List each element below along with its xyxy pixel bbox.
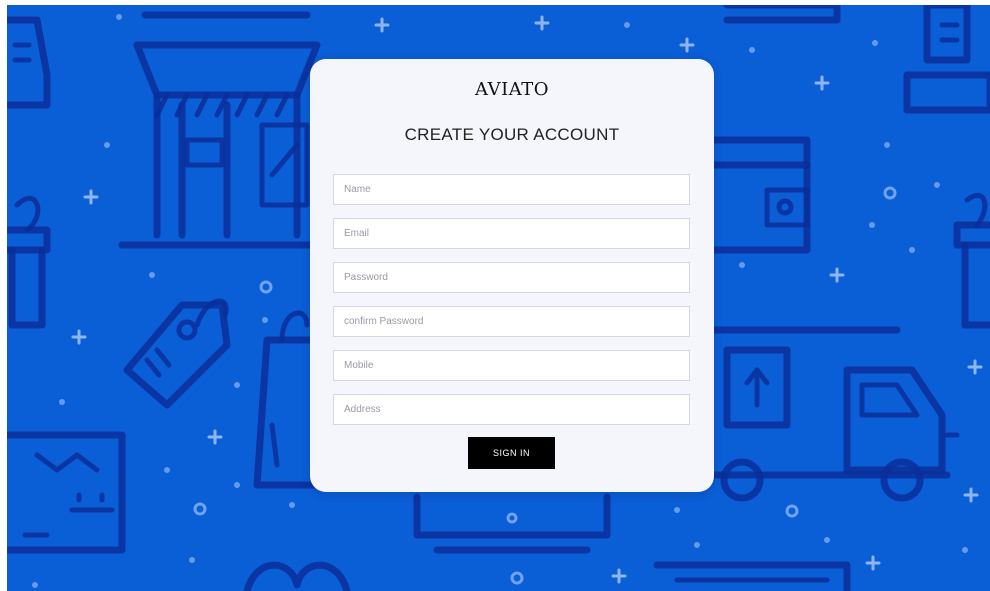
mobile-field[interactable] <box>333 350 690 381</box>
gift-icon <box>7 195 51 329</box>
password-field[interactable] <box>333 262 690 293</box>
page-title: CREATE YOUR ACCOUNT <box>404 125 620 144</box>
confirm-password-field[interactable] <box>333 306 690 337</box>
page-background: AVIATO CREATE YOUR ACCOUNT SIGN IN <box>7 5 990 591</box>
shopping-bag-icon <box>253 310 321 489</box>
shop-icon <box>118 11 331 249</box>
parcel-box-icon <box>7 431 126 554</box>
card-reader-icon <box>413 493 611 554</box>
sign-in-button[interactable]: SIGN IN <box>468 437 555 469</box>
delivery-truck-icon <box>708 326 960 502</box>
address-field[interactable] <box>333 394 690 425</box>
name-field[interactable] <box>333 174 690 205</box>
cash-register-icon <box>7 16 51 109</box>
email-field[interactable] <box>333 218 690 249</box>
brand-logo: AVIATO <box>475 79 549 100</box>
gift-bow-icon <box>243 561 351 591</box>
box-icon-bottom <box>653 561 851 591</box>
receipt-icon <box>903 5 990 114</box>
signup-card: AVIATO CREATE YOUR ACCOUNT SIGN IN <box>310 59 714 492</box>
price-tag-icon <box>123 298 231 409</box>
gift-icon-right <box>953 192 990 329</box>
wallet-icon <box>708 5 841 254</box>
